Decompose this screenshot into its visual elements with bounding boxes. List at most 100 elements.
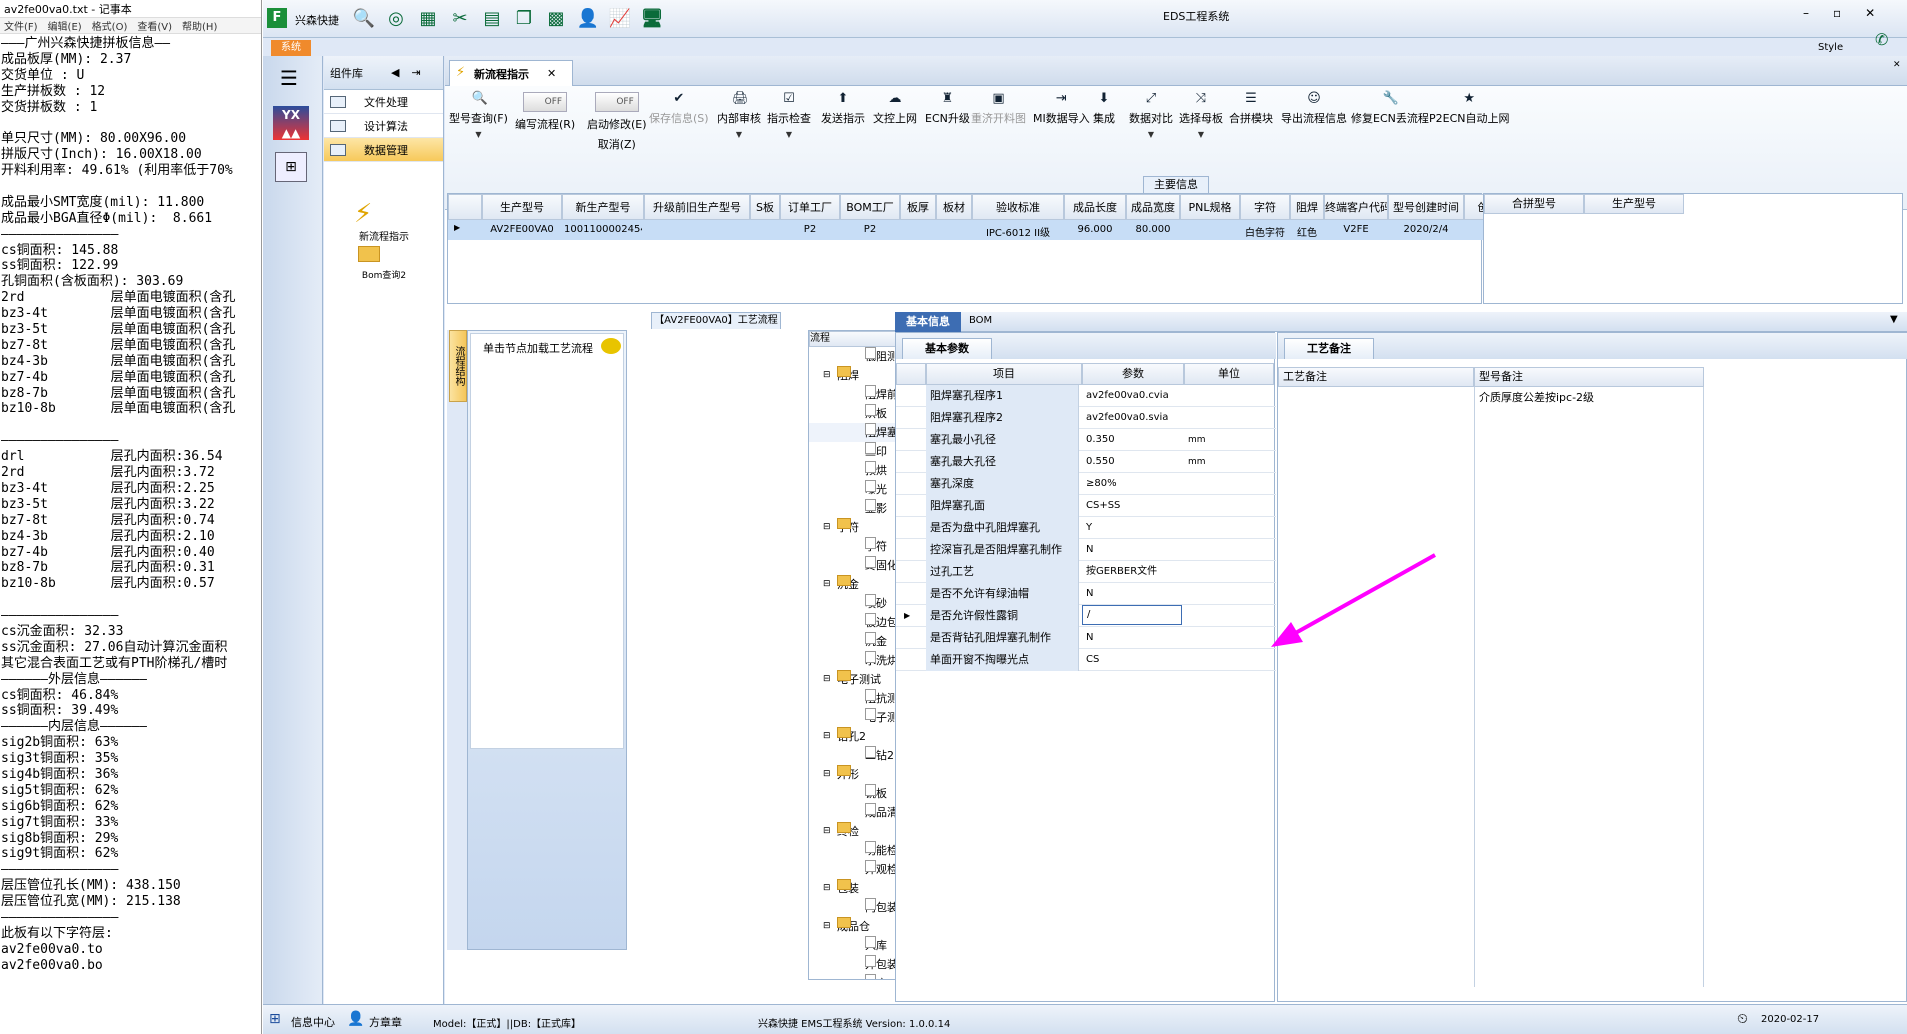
component-item[interactable]: 文件处理 (324, 90, 443, 114)
ribbon-button[interactable]: ♜ ECN升级 (925, 92, 970, 130)
tab-basic-info[interactable]: 基本信息 (895, 312, 961, 332)
system-tab[interactable]: 系统 (271, 40, 311, 56)
param-value[interactable]: CS+SS (1082, 495, 1182, 517)
monitor-icon[interactable]: 🖥 (641, 7, 664, 29)
ribbon-button[interactable]: 🖨 内部审核 ▼ (717, 92, 761, 140)
param-value[interactable]: ≥80% (1082, 473, 1182, 495)
style-menu[interactable]: Style (1818, 42, 1843, 53)
model-note-text[interactable]: 介质厚度公差按ipc-2级 (1475, 387, 1703, 407)
film-icon[interactable]: ▤ (481, 7, 503, 29)
close-icon[interactable]: ✕ (1865, 6, 1875, 20)
collapse-icon[interactable]: ⊟ (823, 727, 831, 746)
calculator-icon[interactable]: ⊞ (275, 152, 307, 182)
collapse-icon[interactable]: ⊟ (823, 917, 831, 936)
param-value[interactable]: 0.350 (1082, 429, 1182, 451)
component-item[interactable]: 数据管理 (324, 138, 443, 162)
ribbon-button[interactable]: 🔧 修复ECN丢流程 (1351, 92, 1429, 130)
param-row[interactable]: 是否为盘中孔阻焊塞孔 Y (896, 517, 1276, 539)
param-value[interactable]: Y (1082, 517, 1182, 539)
yx-logo-icon[interactable]: YX ▲▲ (273, 106, 309, 140)
main-info-row[interactable]: ▶ AV2FE00VA0 10011000024540 P2 P2 IPC-6012 II… (448, 220, 1524, 240)
param-row[interactable]: 过孔工艺 按GERBER文件 (896, 561, 1276, 583)
ribbon-button[interactable]: ⬇ 集成 (1093, 92, 1115, 130)
param-row[interactable]: 阻焊塞孔面 CS+SS (896, 495, 1276, 517)
ribbon-button[interactable]: ⬆ 发送指示 (821, 92, 865, 130)
search-icon[interactable]: 🔍 (353, 7, 375, 29)
info-center[interactable]: 信息中心 (291, 1014, 335, 1030)
table-icon[interactable]: ▦ (417, 7, 439, 29)
dropdown-arrow-icon[interactable]: ▼ (1179, 130, 1223, 139)
param-value[interactable]: N (1082, 627, 1182, 649)
chart-icon[interactable]: 📈 (609, 7, 631, 29)
phone-icon[interactable]: ✆ (1875, 30, 1888, 49)
tool-bom-query[interactable]: Bom查询2 (324, 268, 444, 281)
param-value[interactable]: 按GERBER文件 (1082, 561, 1182, 583)
param-value[interactable]: av2fe00va0.svia (1082, 407, 1182, 429)
param-row[interactable]: 塞孔最大孔径 0.550 mm (896, 451, 1276, 473)
ribbon-button[interactable]: OFF 启动修改(E) 取消(Z) (587, 92, 647, 152)
param-value[interactable]: N (1082, 583, 1182, 605)
collapse-icon[interactable]: ⊟ (823, 575, 831, 594)
dropdown-arrow-icon[interactable]: ▼ (1129, 130, 1173, 139)
ribbon-button[interactable]: ⤨ 选择母板 ▼ (1179, 92, 1223, 140)
ribbon-button[interactable]: ⇥ MI数据导入 (1033, 92, 1090, 130)
ribbon-button[interactable]: ⤢ 数据对比 ▼ (1129, 92, 1173, 140)
folder-icon[interactable] (358, 246, 380, 262)
flow-structure-tab[interactable]: 流程结构 (449, 330, 467, 402)
param-row[interactable]: 塞孔深度 ≥80% (896, 473, 1276, 495)
dropdown-arrow-icon[interactable]: ▼ (717, 130, 761, 139)
chevron-left-icon[interactable]: ◀ (391, 66, 399, 79)
param-value[interactable]: av2fe00va0.cvia (1082, 385, 1182, 407)
tab-new-flow[interactable]: ⚡ 新流程指示 ✕ (449, 60, 573, 86)
param-value[interactable]: / (1082, 605, 1182, 625)
tab-basic-params[interactable]: 基本参数 (902, 338, 992, 359)
user-icon[interactable]: 👤 (577, 7, 599, 29)
ribbon-button[interactable]: ☺ 导出流程信息 (1281, 92, 1347, 130)
collapse-icon[interactable]: ⊟ (823, 822, 831, 841)
notepad-menu-item[interactable]: 查看(V) (137, 18, 172, 33)
lightning-icon[interactable]: ⚡ (354, 199, 372, 229)
close-tab-icon[interactable]: ✕ (547, 67, 556, 80)
ribbon-button[interactable]: OFF 编写流程(R) (515, 92, 575, 132)
menu-icon[interactable]: ☰ (280, 66, 298, 90)
param-value[interactable]: N (1082, 539, 1182, 561)
toggle-switch[interactable]: OFF (523, 92, 568, 112)
dropdown-arrow-icon[interactable]: ▼ (767, 130, 811, 139)
tab-bom[interactable]: BOM (969, 315, 992, 326)
param-row[interactable]: 阻焊塞孔程序2 av2fe00va0.svia (896, 407, 1276, 429)
collapse-icon[interactable]: ⊟ (823, 765, 831, 784)
ribbon-button[interactable]: ☑ 指示检查 ▼ (767, 92, 811, 140)
notepad-menu-item[interactable]: 文件(F) (4, 18, 38, 33)
notepad-menu-item[interactable]: 编辑(E) (48, 18, 82, 33)
chevron-down-icon[interactable]: ▼ (1890, 314, 1898, 325)
notepad-menu-item[interactable]: 帮助(H) (182, 18, 217, 33)
component-item[interactable]: 设计算法 (324, 114, 443, 138)
ribbon-button[interactable]: ▣ 重济开料图 (971, 92, 1026, 130)
tool-new-flow[interactable]: 新流程指示 (324, 228, 444, 243)
tab-process-notes[interactable]: 工艺备注 (1284, 338, 1374, 359)
grid-icon[interactable]: ▩ (545, 7, 567, 29)
collapse-icon[interactable]: ⊟ (823, 879, 831, 898)
tab-close-all-icon[interactable]: ✕ (1893, 60, 1901, 70)
collapse-icon[interactable]: ⊟ (823, 670, 831, 689)
param-value[interactable]: 0.550 (1082, 451, 1182, 473)
param-row[interactable]: 控深盲孔是否阻焊塞孔制作 N (896, 539, 1276, 561)
scissors-icon[interactable]: ✂ (449, 7, 471, 29)
dropdown-arrow-icon[interactable]: ▼ (449, 130, 508, 139)
param-row[interactable]: ▶ 是否允许假性露铜 / (896, 605, 1276, 627)
notepad-text[interactable]: ———广州兴森快捷拼板信息—— 成品板厚(MM): 2.37 交货单位 : U 生产拼… (0, 34, 261, 974)
ribbon-button[interactable]: 🔍 型号查询(F) ▼ (449, 92, 508, 140)
param-row[interactable]: 是否背钻孔阻焊塞孔制作 N (896, 627, 1276, 649)
notepad-menu-item[interactable]: 格式(O) (92, 18, 128, 33)
ribbon-label-secondary[interactable]: 取消(Z) (587, 136, 647, 152)
ribbon-button[interactable]: ★ P2ECN自动上网 (1429, 92, 1510, 126)
pin-icon[interactable]: ⇥ (411, 66, 420, 79)
copy-icon[interactable]: ❐ (513, 7, 535, 29)
param-row[interactable]: 阻焊塞孔程序1 av2fe00va0.cvia (896, 385, 1276, 407)
minimize-icon[interactable]: – (1803, 6, 1809, 20)
ribbon-button[interactable]: ☰ 合拼模块 (1229, 92, 1273, 130)
collapse-icon[interactable]: ⊟ (823, 366, 831, 385)
param-row[interactable]: 单面开窗不掏曝光点 CS (896, 649, 1276, 671)
collapse-icon[interactable]: ⊟ (823, 518, 831, 537)
ribbon-button[interactable]: ✔ 保存信息(S) (649, 92, 709, 130)
